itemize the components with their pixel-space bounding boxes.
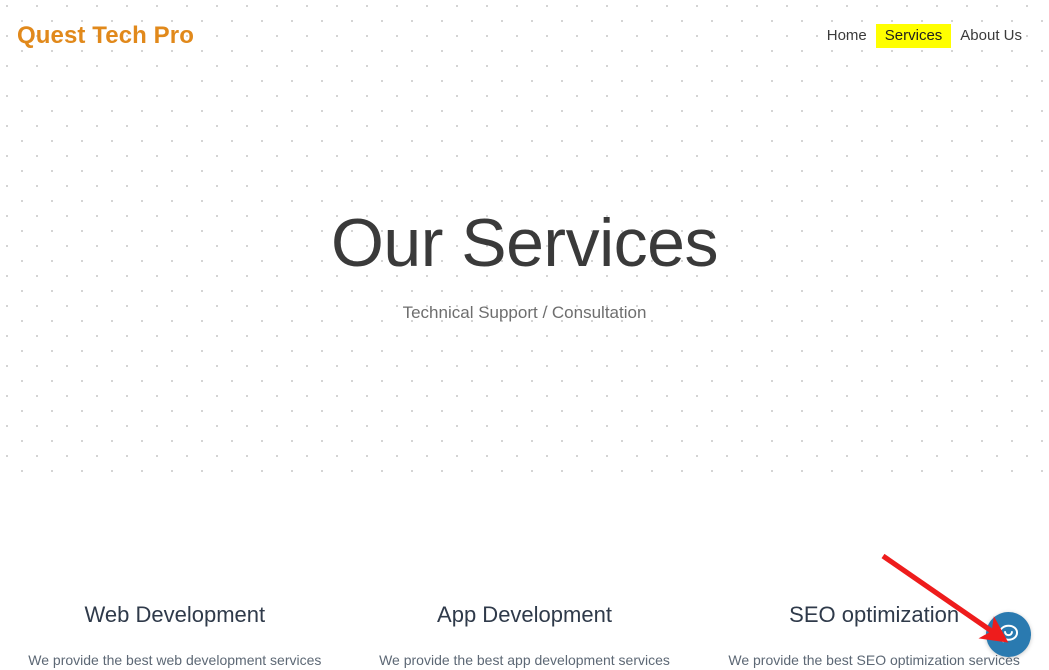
service-description: We provide the best app development serv… bbox=[379, 651, 670, 668]
service-card-web-development: Web Development We provide the best web … bbox=[0, 600, 350, 670]
service-card-app-development: App Development We provide the best app … bbox=[350, 600, 700, 670]
nav-item-services[interactable]: Services bbox=[875, 23, 952, 49]
hero-subtitle: Technical Support / Consultation bbox=[402, 303, 647, 323]
service-title: SEO optimization bbox=[789, 602, 960, 627]
main-navigation: Home Services About Us bbox=[818, 23, 1031, 49]
service-description: We provide the best web development serv… bbox=[28, 651, 322, 668]
nav-item-home[interactable]: Home bbox=[818, 24, 876, 48]
services-list: Web Development We provide the best web … bbox=[0, 600, 1049, 670]
service-title: Web Development bbox=[84, 602, 266, 627]
chat-bubble-icon bbox=[996, 622, 1021, 647]
page-root: Quest Tech Pro Home Services About Us Ou… bbox=[0, 0, 1049, 670]
service-title: App Development bbox=[437, 602, 612, 627]
hero-content: Our Services Technical Support / Consult… bbox=[0, 205, 1049, 325]
brand-logo[interactable]: Quest Tech Pro bbox=[17, 24, 194, 48]
page-title: Our Services bbox=[331, 205, 719, 281]
site-header: Quest Tech Pro Home Services About Us bbox=[0, 0, 1049, 70]
chat-widget-button[interactable] bbox=[986, 612, 1031, 657]
nav-item-about-us[interactable]: About Us bbox=[951, 24, 1031, 48]
service-description: We provide the best SEO optimization ser… bbox=[728, 651, 1020, 668]
